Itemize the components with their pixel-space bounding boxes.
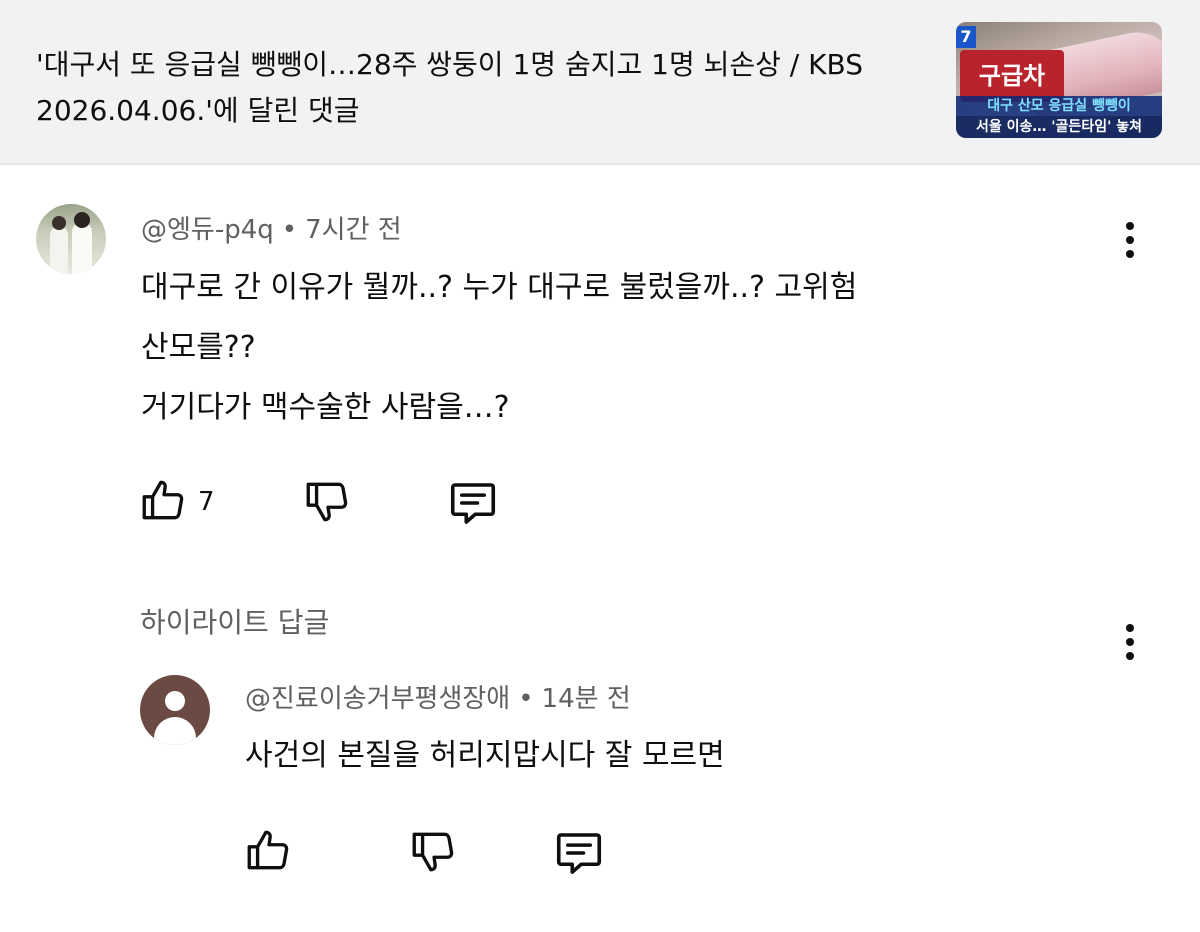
comment-icon — [450, 483, 496, 524]
video-thumbnail[interactable]: 7 구급차 대구 산모 응급실 뺑뺑이 서울 이송… '골든타임' 놓쳐 — [956, 22, 1162, 138]
channel-badge: 7 — [956, 26, 976, 48]
thumbnail-caption-1: 대구 산모 응급실 뺑뺑이 — [956, 96, 1162, 116]
video-header: '대구서 또 응급실 뺑뺑이…28주 쌍둥이 1명 숨지고 1명 뇌손상 / K… — [0, 0, 1200, 165]
thumbnail-caption-2: 서울 이송… '골든타임' 놓쳐 — [956, 116, 1162, 138]
comment-author[interactable]: @엥듀-p4q — [141, 215, 274, 245]
thumbs-down-icon — [412, 832, 454, 872]
comment-meta: @엥듀-p4q • 7시간 전 — [141, 212, 402, 248]
reply-author[interactable]: @진료이송거부평생장애 — [245, 684, 510, 714]
reply-dislike-button[interactable] — [408, 826, 458, 876]
comment-icon — [556, 833, 602, 874]
reply-timestamp[interactable]: 14분 전 — [542, 684, 631, 714]
comment-body: 대구로 간 이유가 뭘까..? 누가 대구로 불렀을까..? 고위험 산모를??… — [141, 258, 857, 438]
reply-meta: @진료이송거부평생장애 • 14분 전 — [245, 681, 631, 717]
video-title-line-2: 2026.04.06.'에 달린 댓글 — [36, 94, 360, 127]
reply-avatar[interactable] — [140, 675, 210, 745]
thumbs-up-icon — [247, 830, 289, 870]
reply-body: 사건의 본질을 허리지맙시다 잘 모르면 — [245, 726, 725, 786]
reply-more-icon[interactable] — [1123, 622, 1137, 662]
reply-button[interactable] — [446, 476, 500, 530]
comment-timestamp[interactable]: 7시간 전 — [305, 215, 402, 245]
thumbs-up-icon — [142, 480, 184, 520]
commenter-avatar[interactable] — [36, 204, 106, 274]
like-button[interactable] — [138, 476, 188, 526]
comment-more-icon[interactable] — [1123, 220, 1137, 260]
meta-separator: • — [518, 684, 534, 714]
comment-line: 거기다가 맥수술한 사람을…? — [141, 390, 510, 425]
comment-line: 대구로 간 이유가 뭘까..? 누가 대구로 불렀을까..? 고위험 — [141, 270, 858, 305]
like-count: 7 — [198, 487, 215, 517]
dislike-button[interactable] — [302, 476, 352, 526]
reply-line: 사건의 본질을 허리지맙시다 잘 모르면 — [245, 738, 725, 773]
thumbs-down-icon — [306, 482, 348, 522]
comment-line: 산모를?? — [141, 330, 256, 365]
highlight-reply-label: 하이라이트 답글 — [140, 606, 330, 639]
meta-separator: • — [281, 215, 298, 245]
reply-like-button[interactable] — [243, 826, 293, 876]
thumbnail-sign: 구급차 — [960, 50, 1064, 102]
video-title-line-1: '대구서 또 응급실 뺑뺑이…28주 쌍둥이 1명 숨지고 1명 뇌손상 / K… — [36, 48, 863, 81]
video-title[interactable]: '대구서 또 응급실 뺑뺑이…28주 쌍둥이 1명 숨지고 1명 뇌손상 / K… — [36, 42, 936, 134]
reply-reply-button[interactable] — [552, 826, 606, 880]
